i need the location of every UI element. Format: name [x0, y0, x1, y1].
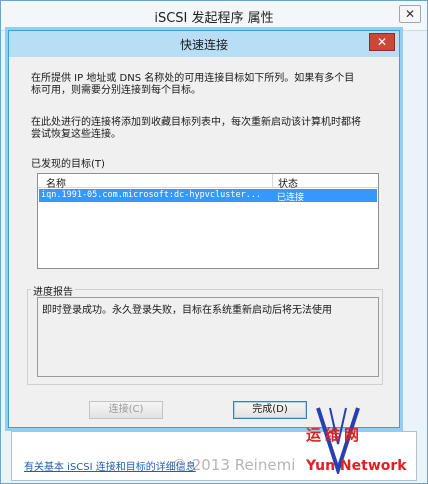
- report-group-label: 进度报告: [31, 283, 75, 298]
- targets-group-label: 已发现的目标(T): [31, 159, 105, 170]
- window-close-button[interactable]: ✕: [399, 5, 421, 23]
- intro-text: 在所提供 IP 地址或 DNS 名称处的可用连接目标如下所列。如果有多个目 标可…: [31, 73, 355, 96]
- target-name: iqn.1991-05.com.microsoft:dc-hypvcluster…: [41, 190, 262, 200]
- progress-report-box: 即时登录成功。永久登录失败，目标在系统重新启动后将无法使用: [37, 297, 379, 377]
- column-header-status[interactable]: 状态: [278, 175, 298, 190]
- connect-button[interactable]: 连接(C): [89, 401, 163, 419]
- window-title-bar: iSCSI 发起程序 属性 ✕: [1, 1, 427, 31]
- list-header: 名称 状态: [38, 174, 378, 190]
- logo-english: Yun Network: [306, 458, 407, 474]
- help-link[interactable]: 有关基本 iSCSI 连接和目标的详细信息: [24, 458, 196, 473]
- target-status: 已连接: [277, 193, 305, 203]
- report-text: 即时登录成功。永久登录失败，目标在系统重新启动后将无法使用: [42, 305, 332, 316]
- note-text: 在此处进行的连接将添加到收藏目标列表中，每次重新启动该计算机时都将 尝试恢复这些…: [31, 117, 361, 140]
- logo-chinese: 运维网: [306, 426, 364, 444]
- done-button[interactable]: 完成(D): [233, 401, 307, 419]
- copyright-watermark: © 2013 Reinemi: [172, 456, 296, 474]
- dialog-title: 快速连接: [179, 38, 228, 52]
- window-title: iSCSI 发起程序 属性: [154, 11, 274, 26]
- discovered-targets-list[interactable]: 名称 状态 iqn.1991-05.com.microsoft:dc-hypvc…: [37, 173, 379, 269]
- column-header-name[interactable]: 名称: [46, 175, 66, 190]
- table-row[interactable]: iqn.1991-05.com.microsoft:dc-hypvcluster…: [39, 189, 377, 203]
- dialog-title-bar: 快速连接 ✕: [9, 31, 399, 57]
- dialog-close-button[interactable]: ✕: [369, 33, 395, 51]
- column-separator[interactable]: [272, 174, 273, 188]
- quick-connect-dialog: 快速连接 ✕ 在所提供 IP 地址或 DNS 名称处的可用连接目标如下所列。如果…: [8, 30, 400, 428]
